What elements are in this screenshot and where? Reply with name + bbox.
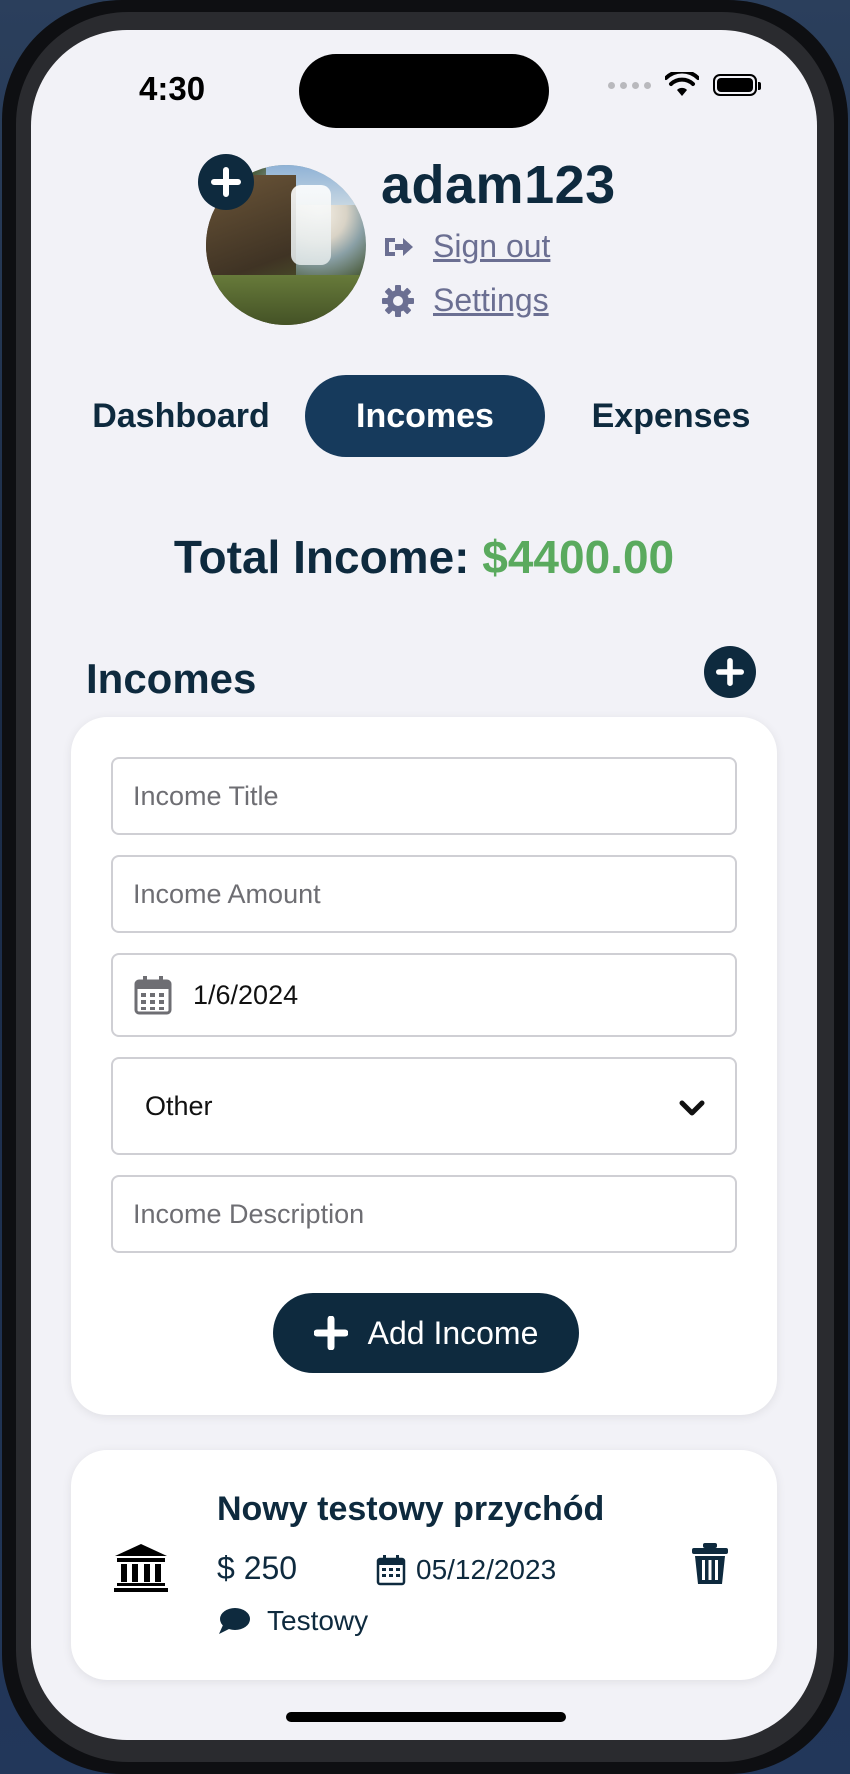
settings-row[interactable]: Settings <box>381 282 549 319</box>
income-category-select[interactable]: Other <box>111 1057 737 1155</box>
signout-icon <box>385 237 413 256</box>
tab-bar: Dashboard Incomes Expenses <box>31 375 817 457</box>
income-description-input[interactable]: Income Description <box>111 1175 737 1253</box>
income-category-value: Other <box>145 1090 213 1121</box>
income-item-description-value: Testowy <box>267 1605 369 1636</box>
income-amount-input[interactable]: Income Amount <box>111 855 737 933</box>
status-time: 4:30 <box>139 70 206 107</box>
bank-icon <box>114 1544 168 1592</box>
dynamic-island <box>299 54 549 128</box>
status-icons <box>608 72 761 98</box>
total-income-label: Total Income: <box>173 531 470 583</box>
calendar-icon <box>376 1555 406 1586</box>
income-item-amount: $ 250 <box>217 1550 298 1586</box>
signal-icon <box>608 81 651 89</box>
wifi-icon <box>665 72 699 96</box>
income-item-card: Nowy testowy przychód $ 250 05/12/2023 T… <box>71 1450 777 1680</box>
tab-expenses[interactable]: Expenses <box>571 375 771 457</box>
app-screen: 4:30 adam123 Sign out Settings Dashboard… <box>31 30 817 1740</box>
income-date-value: 1/6/2024 <box>193 979 299 1010</box>
settings-link[interactable]: Settings <box>433 282 549 319</box>
add-income-button-label: Add Income <box>367 1314 539 1351</box>
add-income-button[interactable]: Add Income <box>273 1293 579 1373</box>
gear-icon <box>382 284 414 317</box>
battery-icon <box>713 74 761 96</box>
income-item-date-value: 05/12/2023 <box>416 1554 557 1585</box>
tab-dashboard[interactable]: Dashboard <box>81 375 281 457</box>
tab-incomes[interactable]: Incomes <box>305 375 545 457</box>
add-income-form: Income Title Income Amount 1/6/2024 Othe… <box>71 717 777 1415</box>
total-income: Total Income: $4400.00 <box>31 530 817 584</box>
chevron-down-icon <box>679 1100 705 1116</box>
income-item-title: Nowy testowy przychód <box>217 1490 605 1528</box>
incomes-section-title: Incomes <box>86 655 257 702</box>
home-indicator[interactable] <box>286 1712 566 1722</box>
income-date-input[interactable]: 1/6/2024 <box>111 953 737 1037</box>
add-avatar-button[interactable] <box>198 154 254 210</box>
plus-icon <box>211 167 241 197</box>
income-title-input[interactable]: Income Title <box>111 757 737 835</box>
trash-icon[interactable] <box>691 1542 729 1586</box>
signout-link[interactable]: Sign out <box>433 228 550 265</box>
income-item-description: Testowy <box>217 1605 368 1637</box>
calendar-icon <box>134 976 172 1015</box>
signout-row[interactable]: Sign out <box>381 228 550 265</box>
plus-icon <box>313 1316 348 1350</box>
income-item-date: 05/12/2023 <box>376 1554 556 1586</box>
username: adam123 <box>381 155 616 215</box>
comment-icon <box>219 1608 250 1634</box>
plus-icon <box>716 658 744 686</box>
total-income-amount: $4400.00 <box>482 531 675 583</box>
add-income-toggle-button[interactable] <box>704 646 756 698</box>
